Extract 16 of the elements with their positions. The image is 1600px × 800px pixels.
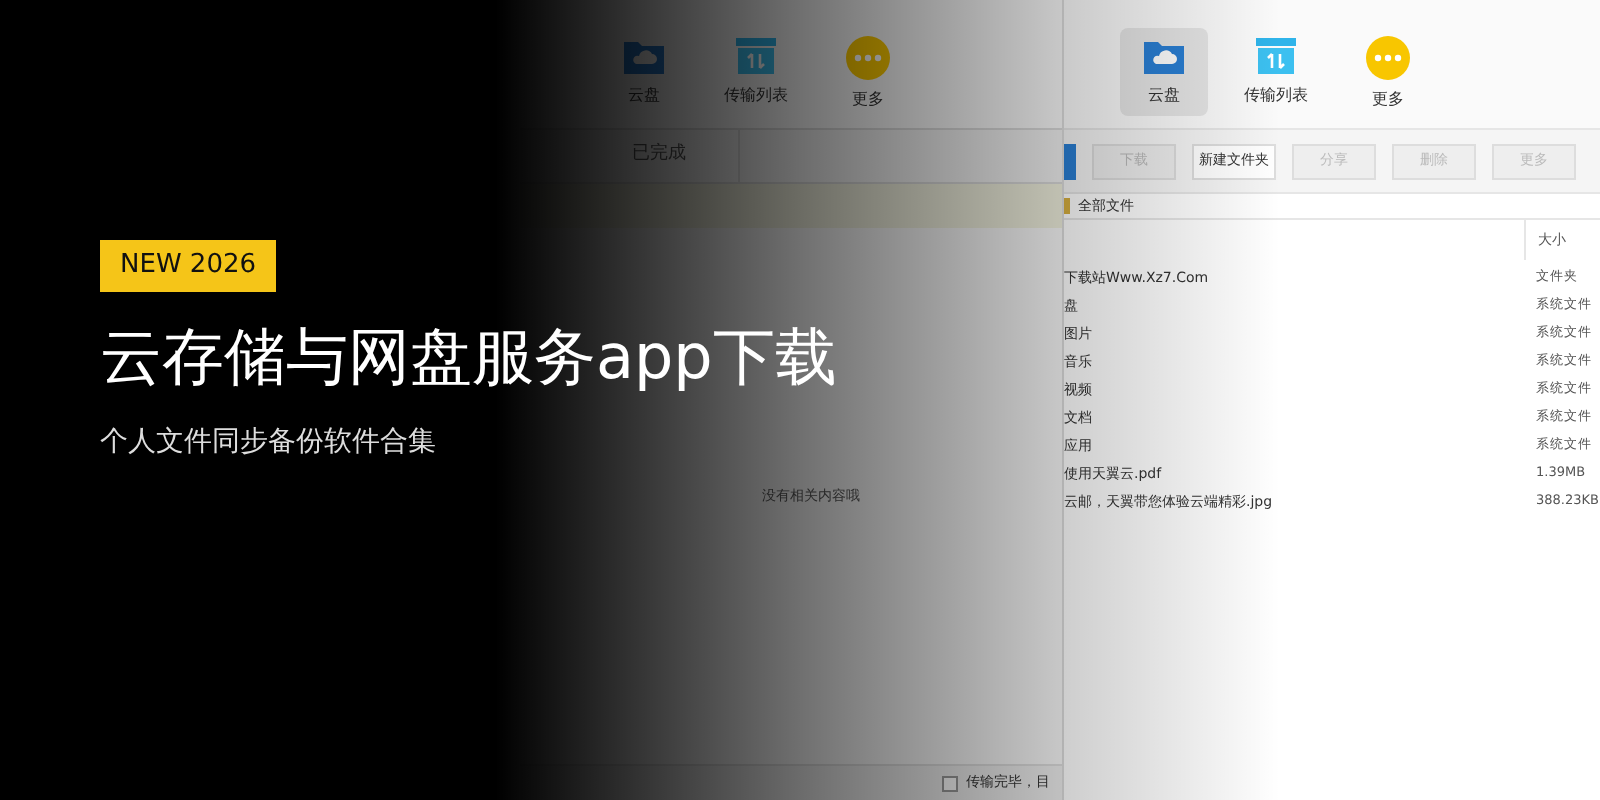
banner-subtitle: 个人文件同步备份软件合集 bbox=[100, 423, 436, 461]
banner-title: 云存储与网盘服务app下载 bbox=[100, 327, 837, 389]
new-badge: NEW 2026 bbox=[100, 240, 277, 291]
transfer-box-icon bbox=[1254, 36, 1298, 76]
more-dots-icon bbox=[846, 36, 890, 80]
side-tab[interactable] bbox=[1064, 143, 1076, 179]
transfer-box-icon bbox=[734, 36, 778, 76]
nav-button[interactable]: 更多 bbox=[824, 28, 912, 120]
nav-button[interactable]: 更多 bbox=[1344, 28, 1432, 120]
folder-icon bbox=[1064, 198, 1070, 214]
nav-button[interactable]: 云盘 bbox=[1120, 28, 1208, 116]
more-dots-icon bbox=[1366, 36, 1410, 80]
cloud-folder-icon bbox=[1142, 36, 1186, 76]
cloud-folder-icon bbox=[622, 36, 666, 76]
checkbox[interactable] bbox=[942, 775, 958, 791]
nav-button[interactable]: 传输列表 bbox=[1232, 28, 1320, 116]
